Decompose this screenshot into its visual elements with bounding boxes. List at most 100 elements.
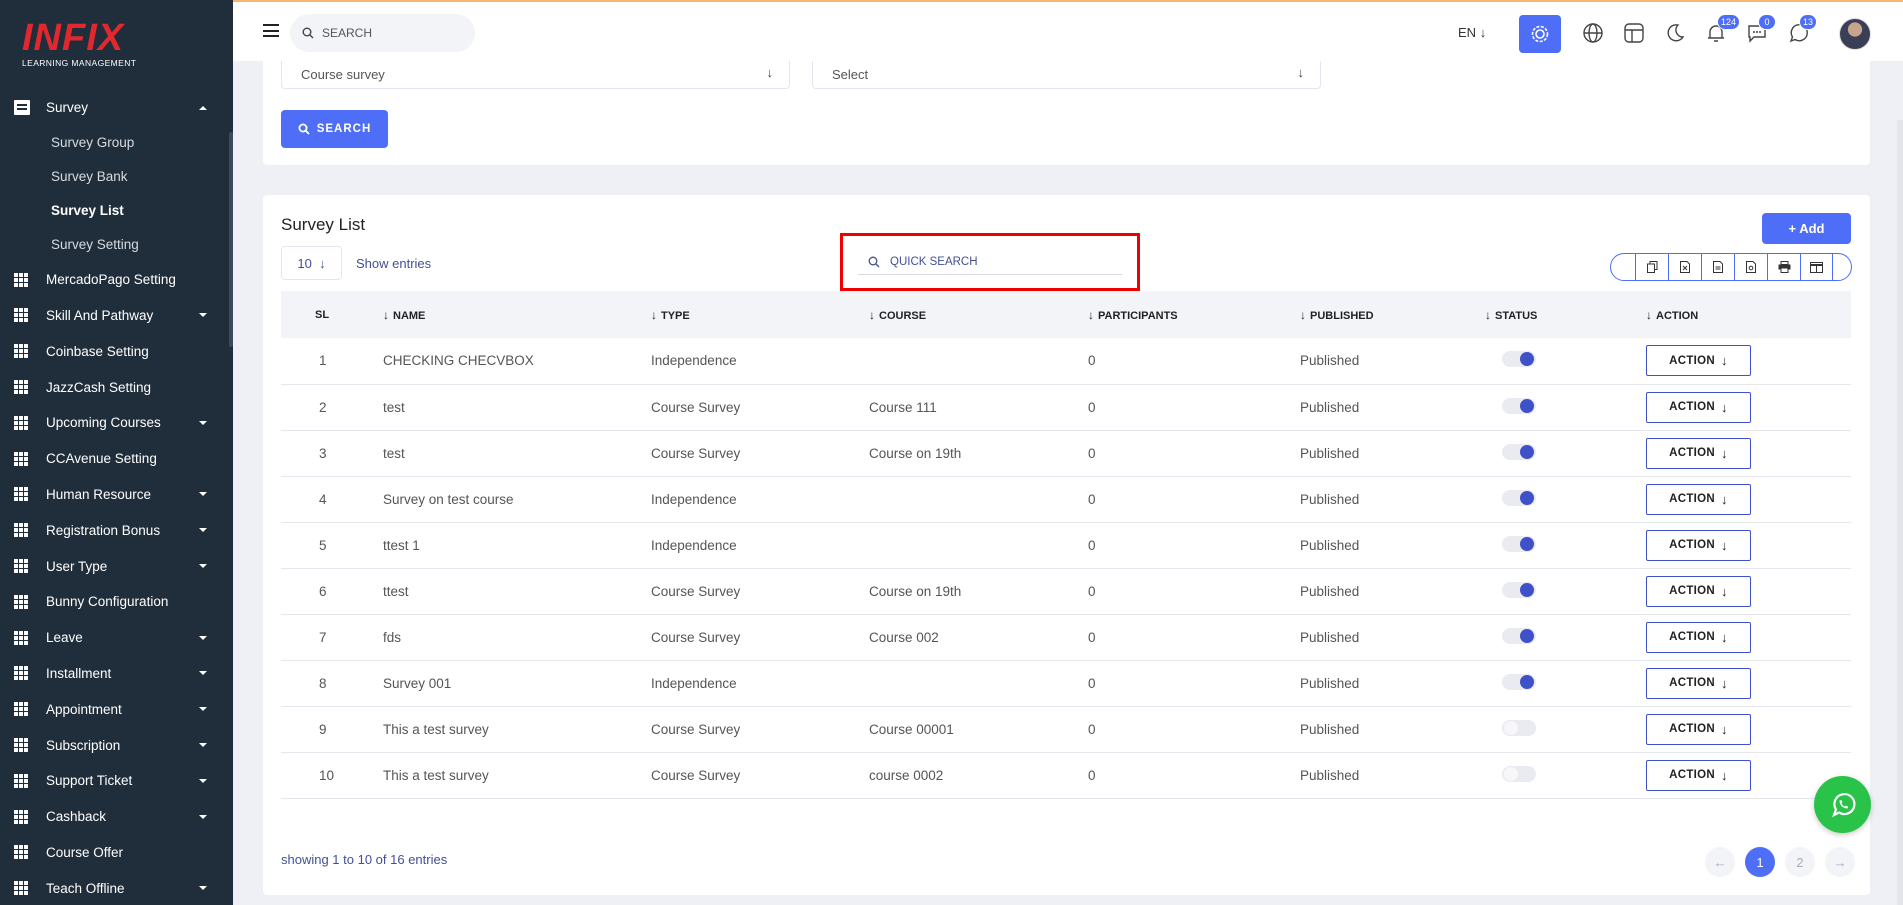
sidebar-subitem-survey-bank[interactable]: Survey Bank [0,160,229,194]
status-toggle[interactable] [1502,489,1536,506]
status-toggle[interactable] [1502,581,1536,598]
sidebar-scrollbar[interactable] [229,132,233,347]
caret-down-icon [199,492,207,497]
status-toggle[interactable] [1502,627,1536,644]
action-dropdown-button[interactable]: ACTION ↓ [1646,437,1751,469]
sidebar-item-bunny-configuration[interactable]: Bunny Configuration [0,584,229,620]
menu-toggle-icon[interactable] [263,24,279,37]
sidebar-subitem-survey-list[interactable]: Survey List [0,194,229,228]
col-action[interactable]: ↓ ACTION [1646,291,1851,338]
col-status[interactable]: ↓ STATUS [1485,291,1646,338]
header-search-input[interactable] [322,26,462,40]
cell-type: Independence [651,491,737,507]
notifications-button[interactable]: 124 [1705,14,1741,46]
messages-button[interactable]: 0 [1746,14,1776,46]
moon-icon[interactable] [1664,22,1688,46]
cell-published: Published [1300,399,1360,415]
action-dropdown-button[interactable]: ACTION ↓ [1646,621,1751,653]
page-scrollbar[interactable] [1897,120,1903,905]
globe-icon[interactable] [1582,22,1606,46]
pdf-button[interactable] [1734,254,1767,280]
grid-icon [14,559,30,574]
sidebar-subitem-survey-group[interactable]: Survey Group [0,126,229,160]
search-button[interactable]: SEARCH [281,110,388,148]
avatar[interactable] [1839,18,1871,50]
action-label: ACTION [1669,677,1716,689]
status-toggle[interactable] [1502,673,1536,690]
sidebar-item-ccavenue-setting[interactable]: CCAvenue Setting [0,441,229,477]
status-toggle[interactable] [1502,765,1536,782]
prev-page-button[interactable]: ← [1705,847,1735,877]
header-search[interactable] [290,14,475,52]
action-dropdown-button[interactable]: ACTION ↓ [1646,345,1751,377]
columns-button[interactable] [1800,254,1833,280]
sidebar-item-subscription[interactable]: Subscription [0,727,229,763]
sidebar-item-teach-offline[interactable]: Teach Offline [0,870,229,905]
col-name[interactable]: ↓ NAME [383,291,651,338]
cell-status [1485,706,1646,752]
sidebar-item-user-type[interactable]: User Type [0,548,229,584]
sidebar-item-installment[interactable]: Installment [0,656,229,692]
col-sl[interactable]: SL [281,291,383,338]
caret-down-icon [199,671,207,676]
sidebar-item-leave[interactable]: Leave [0,620,229,656]
cell-name: This a test survey [383,767,489,783]
sidebar-item-human-resource[interactable]: Human Resource [0,477,229,513]
sidebar-subitem-survey-setting[interactable]: Survey Setting [0,228,229,262]
copy-button[interactable] [1635,254,1668,280]
sidebar-item-skill-and-pathway[interactable]: Skill And Pathway [0,298,229,334]
sidebar-item-label: Cashback [46,809,107,825]
status-toggle[interactable] [1502,443,1536,460]
csv-button[interactable] [1701,254,1734,280]
sidebar-item-cashback[interactable]: Cashback [0,799,229,835]
action-dropdown-button[interactable]: ACTION ↓ [1646,391,1751,423]
col-participants[interactable]: ↓ PARTICIPANTS [1088,291,1300,338]
file-pdf-icon [1746,261,1756,273]
action-dropdown-button[interactable]: ACTION ↓ [1646,759,1751,791]
layout-icon[interactable] [1623,22,1647,46]
settings-button[interactable] [1519,15,1561,53]
course-select[interactable]: Select ↓ [812,61,1321,89]
next-page-button[interactable]: → [1825,847,1855,877]
sidebar-item-upcoming-courses[interactable]: Upcoming Courses [0,405,229,441]
print-button[interactable] [1767,254,1800,280]
page-button-2[interactable]: 2 [1785,847,1815,877]
action-dropdown-button[interactable]: ACTION ↓ [1646,483,1751,515]
col-published[interactable]: ↓ PUBLISHED [1300,291,1485,338]
sidebar-item-survey[interactable]: Survey [0,90,229,126]
sidebar-item-coinbase-setting[interactable]: Coinbase Setting [0,333,229,369]
caret-down-icon [199,814,207,819]
column-label: TYPE [661,309,690,322]
quick-search[interactable] [858,249,1122,275]
cell-name: This a test survey [383,721,489,737]
entries-select[interactable]: 10 ↓ [281,246,342,280]
col-type[interactable]: ↓ TYPE [651,291,869,338]
action-dropdown-button[interactable]: ACTION ↓ [1646,713,1751,745]
action-dropdown-button[interactable]: ACTION ↓ [1646,667,1751,699]
action-label: ACTION [1669,401,1716,413]
add-button[interactable]: + Add [1762,213,1851,244]
sidebar-item-appointment[interactable]: Appointment [0,691,229,727]
status-toggle[interactable] [1502,719,1536,736]
action-dropdown-button[interactable]: ACTION ↓ [1646,529,1751,561]
sidebar-item-course-offer[interactable]: Course Offer [0,835,229,871]
sidebar-item-registration-bonus[interactable]: Registration Bonus [0,512,229,548]
cell-status [1485,568,1646,614]
sidebar-item-support-ticket[interactable]: Support Ticket [0,763,229,799]
excel-button[interactable] [1668,254,1701,280]
sidebar-item-jazzcash-setting[interactable]: JazzCash Setting [0,369,229,405]
col-course[interactable]: ↓ COURSE [869,291,1088,338]
sidebar-item-mercadopago-setting[interactable]: MercadoPago Setting [0,262,229,298]
status-toggle[interactable] [1502,351,1536,368]
language-selector[interactable]: EN ↓ [1458,25,1486,40]
whatsapp-float-button[interactable] [1814,776,1871,833]
action-dropdown-button[interactable]: ACTION ↓ [1646,575,1751,607]
status-toggle[interactable] [1502,397,1536,414]
page-button-1[interactable]: 1 [1745,847,1775,877]
quick-search-input[interactable] [890,255,1090,268]
logo[interactable]: INFIX LEARNING MANAGEMENT [22,19,136,68]
status-toggle[interactable] [1502,535,1536,552]
cell-course [869,660,1088,706]
whatsapp-header-button[interactable]: 13 [1787,14,1818,46]
survey-type-select[interactable]: Course survey ↓ [281,61,790,89]
